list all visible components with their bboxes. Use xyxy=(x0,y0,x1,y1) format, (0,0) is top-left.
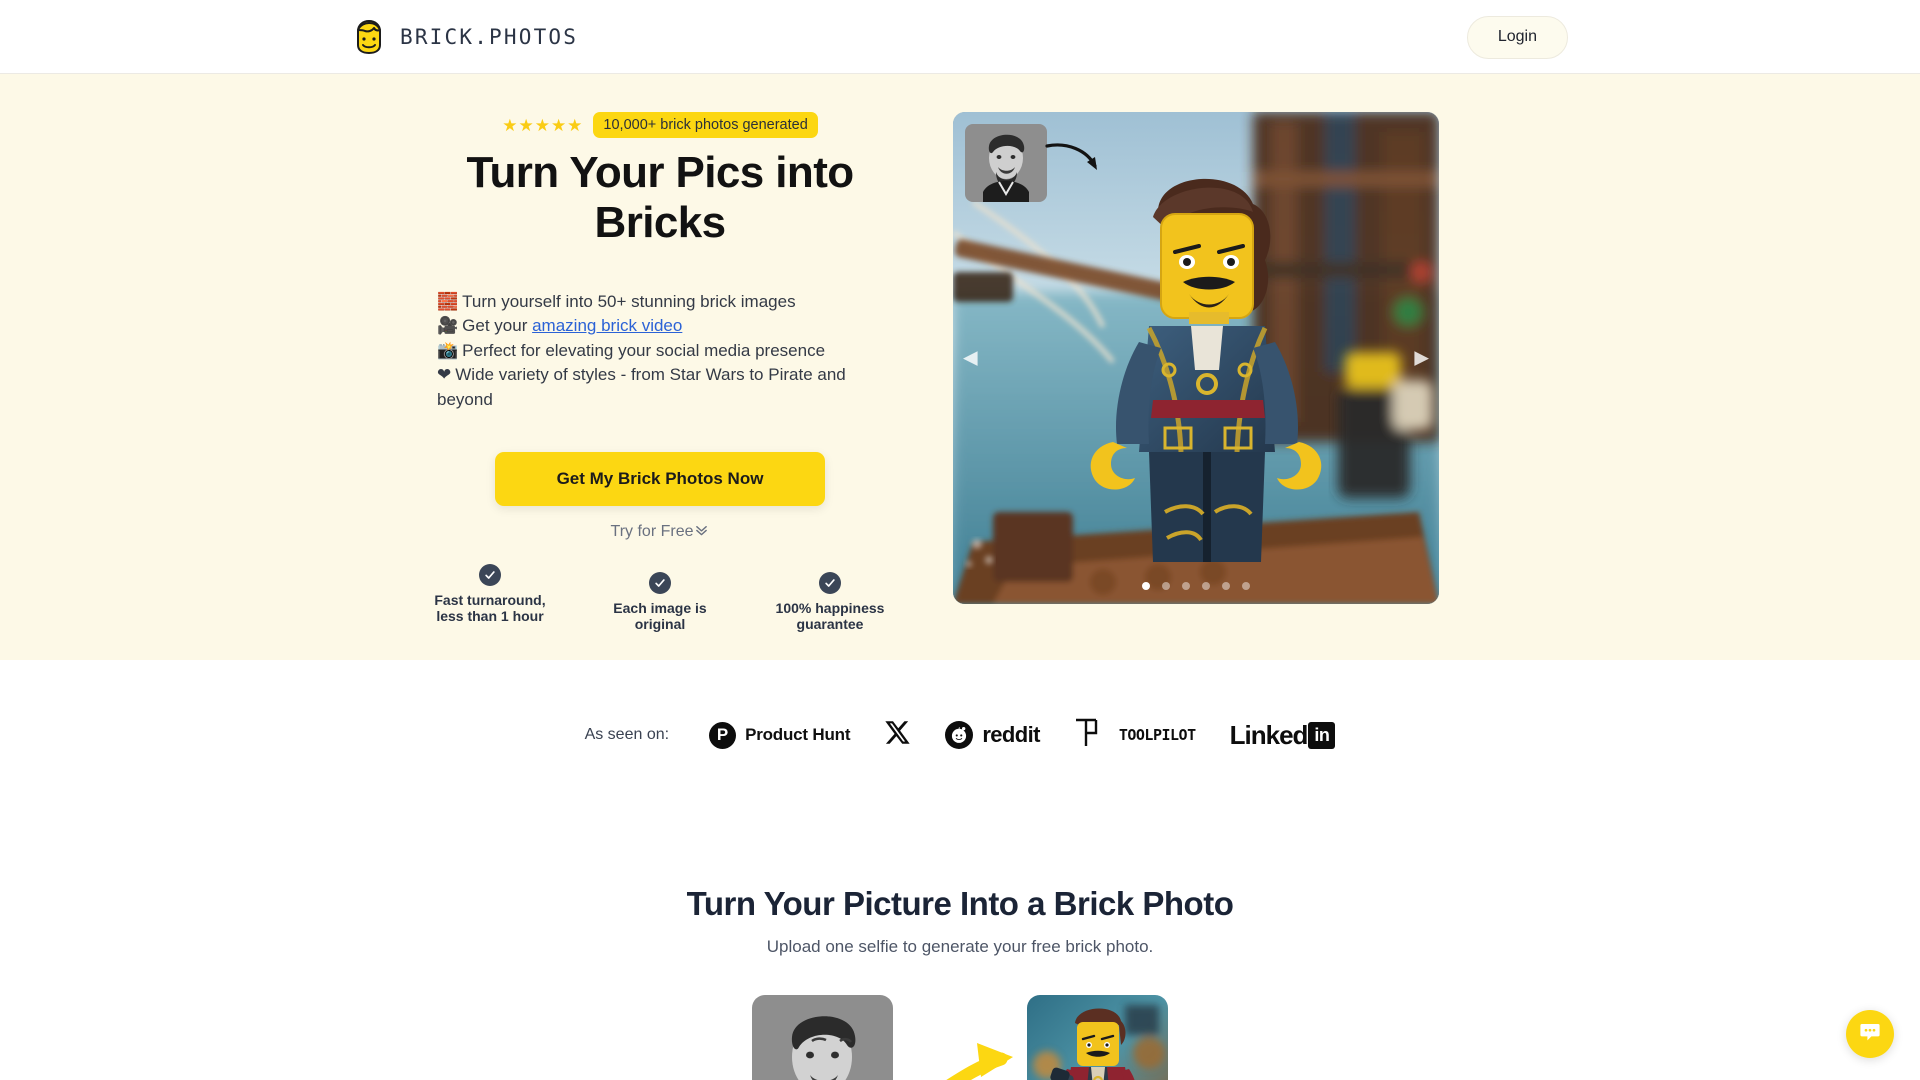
hero-section: ★★★★★ 10,000+ brick photos generated Tur… xyxy=(0,74,1920,660)
chevron-double-down-icon xyxy=(694,522,709,542)
x-twitter-icon xyxy=(884,719,911,751)
logo-product-hunt[interactable]: P Product Hunt xyxy=(709,721,851,749)
movie-camera-icon: 🎥 xyxy=(437,316,459,336)
logo-linkedin[interactable]: Linked in xyxy=(1230,720,1336,751)
toolpilot-icon xyxy=(1074,716,1110,755)
carousel-dots xyxy=(953,582,1439,590)
logo-toolpilot[interactable]: TOOLPILOT xyxy=(1074,716,1196,755)
get-brick-photos-button[interactable]: Get My Brick Photos Now xyxy=(495,452,825,507)
carousel-dot-4[interactable] xyxy=(1202,582,1210,590)
upload-section: Turn Your Picture Into a Brick Photo Upl… xyxy=(0,810,1920,1080)
as-seen-on-label: As seen on: xyxy=(584,726,670,743)
logo-reddit[interactable]: reddit xyxy=(945,721,1040,749)
try-for-free-label: Try for Free xyxy=(610,523,694,541)
as-seen-on-strip: As seen on: P Product Hunt reddit TOOLPI… xyxy=(0,660,1920,810)
list-item-label: Get your xyxy=(462,316,533,336)
chat-bubble-icon xyxy=(1858,1020,1882,1049)
brand-logo-link[interactable]: BRICK.PHOTOS xyxy=(352,18,578,56)
feature-item-happiness-guarantee: 100% happiness guarantee xyxy=(770,564,890,632)
brand-name: BRICK.PHOTOS xyxy=(400,24,579,49)
camera-icon: 📸 xyxy=(437,340,459,360)
brick-icon: 🧱 xyxy=(437,291,459,311)
feature-item-original-images: Each image is original xyxy=(600,564,720,632)
yellow-curved-arrow-icon xyxy=(893,995,1027,1080)
section-title: Turn Your Picture Into a Brick Photo xyxy=(686,885,1234,922)
carousel-dot-3[interactable] xyxy=(1182,582,1190,590)
feature-label: 100% happiness guarantee xyxy=(775,600,885,633)
user-selfie-thumbnail xyxy=(965,124,1047,202)
feature-label: Each image is original xyxy=(613,600,707,633)
list-item-label: Wide variety of styles - from Star Wars … xyxy=(437,365,846,409)
hero-bullet-list: 🧱 Turn yourself into 50+ stunning brick i… xyxy=(437,290,883,413)
brick-video-link[interactable]: amazing brick video xyxy=(532,316,682,335)
list-item: 🎥 Get your amazing brick video xyxy=(437,314,883,339)
curved-arrow-icon xyxy=(1045,142,1103,181)
hero-carousel[interactable]: ◀ ▶ xyxy=(953,112,1439,604)
minifigure-head-icon xyxy=(352,18,386,56)
star-rating-icon: ★★★★★ xyxy=(502,115,584,135)
section-subtitle: Upload one selfie to generate your free … xyxy=(766,937,1154,956)
logo-label: Linked xyxy=(1229,719,1309,750)
carousel-dot-2[interactable] xyxy=(1162,582,1170,590)
hero-content: ★★★★★ 10,000+ brick photos generated Tur… xyxy=(415,112,905,632)
list-item: 🧱 Turn yourself into 50+ stunning brick i… xyxy=(437,290,883,315)
list-item-label: Turn yourself into 50+ stunning brick im… xyxy=(462,291,796,311)
rating-row: ★★★★★ 10,000+ brick photos generated xyxy=(502,112,818,139)
list-item: ❤ Wide variety of styles - from Star Wars… xyxy=(437,363,883,412)
logo-label: TOOLPILOT xyxy=(1118,726,1196,744)
feature-badges: Fast turnaround, less than 1 hour Each i… xyxy=(430,564,890,632)
carousel-next-button[interactable]: ▶ xyxy=(1414,349,1429,368)
check-icon xyxy=(649,572,671,595)
list-item: 📸 Perfect for elevating your social media… xyxy=(437,339,883,364)
check-icon xyxy=(819,572,841,595)
carousel-dot-6[interactable] xyxy=(1242,582,1250,590)
carousel-dot-5[interactable] xyxy=(1222,582,1230,590)
login-button[interactable]: Login xyxy=(1466,16,1568,59)
chat-widget-button[interactable] xyxy=(1846,1010,1894,1058)
heart-icon: ❤ xyxy=(437,365,452,385)
logo-x[interactable] xyxy=(884,719,911,751)
feature-item-fast-turnaround: Fast turnaround, less than 1 hour xyxy=(430,564,550,624)
status-badge: 10,000+ brick photos generated xyxy=(593,112,818,139)
feature-label: Fast turnaround, less than 1 hour xyxy=(434,592,546,625)
linkedin-icon: in xyxy=(1308,721,1336,749)
reddit-icon xyxy=(945,721,974,749)
carousel-dot-1[interactable] xyxy=(1142,582,1150,590)
before-photo xyxy=(752,995,893,1080)
hero-carousel-wrapper: ◀ ▶ xyxy=(953,112,1439,632)
logo-label: reddit xyxy=(982,722,1040,747)
try-for-free-link[interactable]: Try for Free xyxy=(611,522,710,542)
list-item-label: Perfect for elevating your social media … xyxy=(462,340,826,360)
check-icon xyxy=(479,564,501,587)
carousel-prev-button[interactable]: ◀ xyxy=(963,349,978,368)
transformation-preview xyxy=(0,995,1920,1080)
product-hunt-icon: P xyxy=(709,721,737,749)
after-photo xyxy=(1027,995,1168,1080)
logo-label: Product Hunt xyxy=(745,725,851,744)
page-title: Turn Your Pics into Bricks xyxy=(466,148,854,247)
site-header: BRICK.PHOTOS Login xyxy=(0,0,1920,74)
